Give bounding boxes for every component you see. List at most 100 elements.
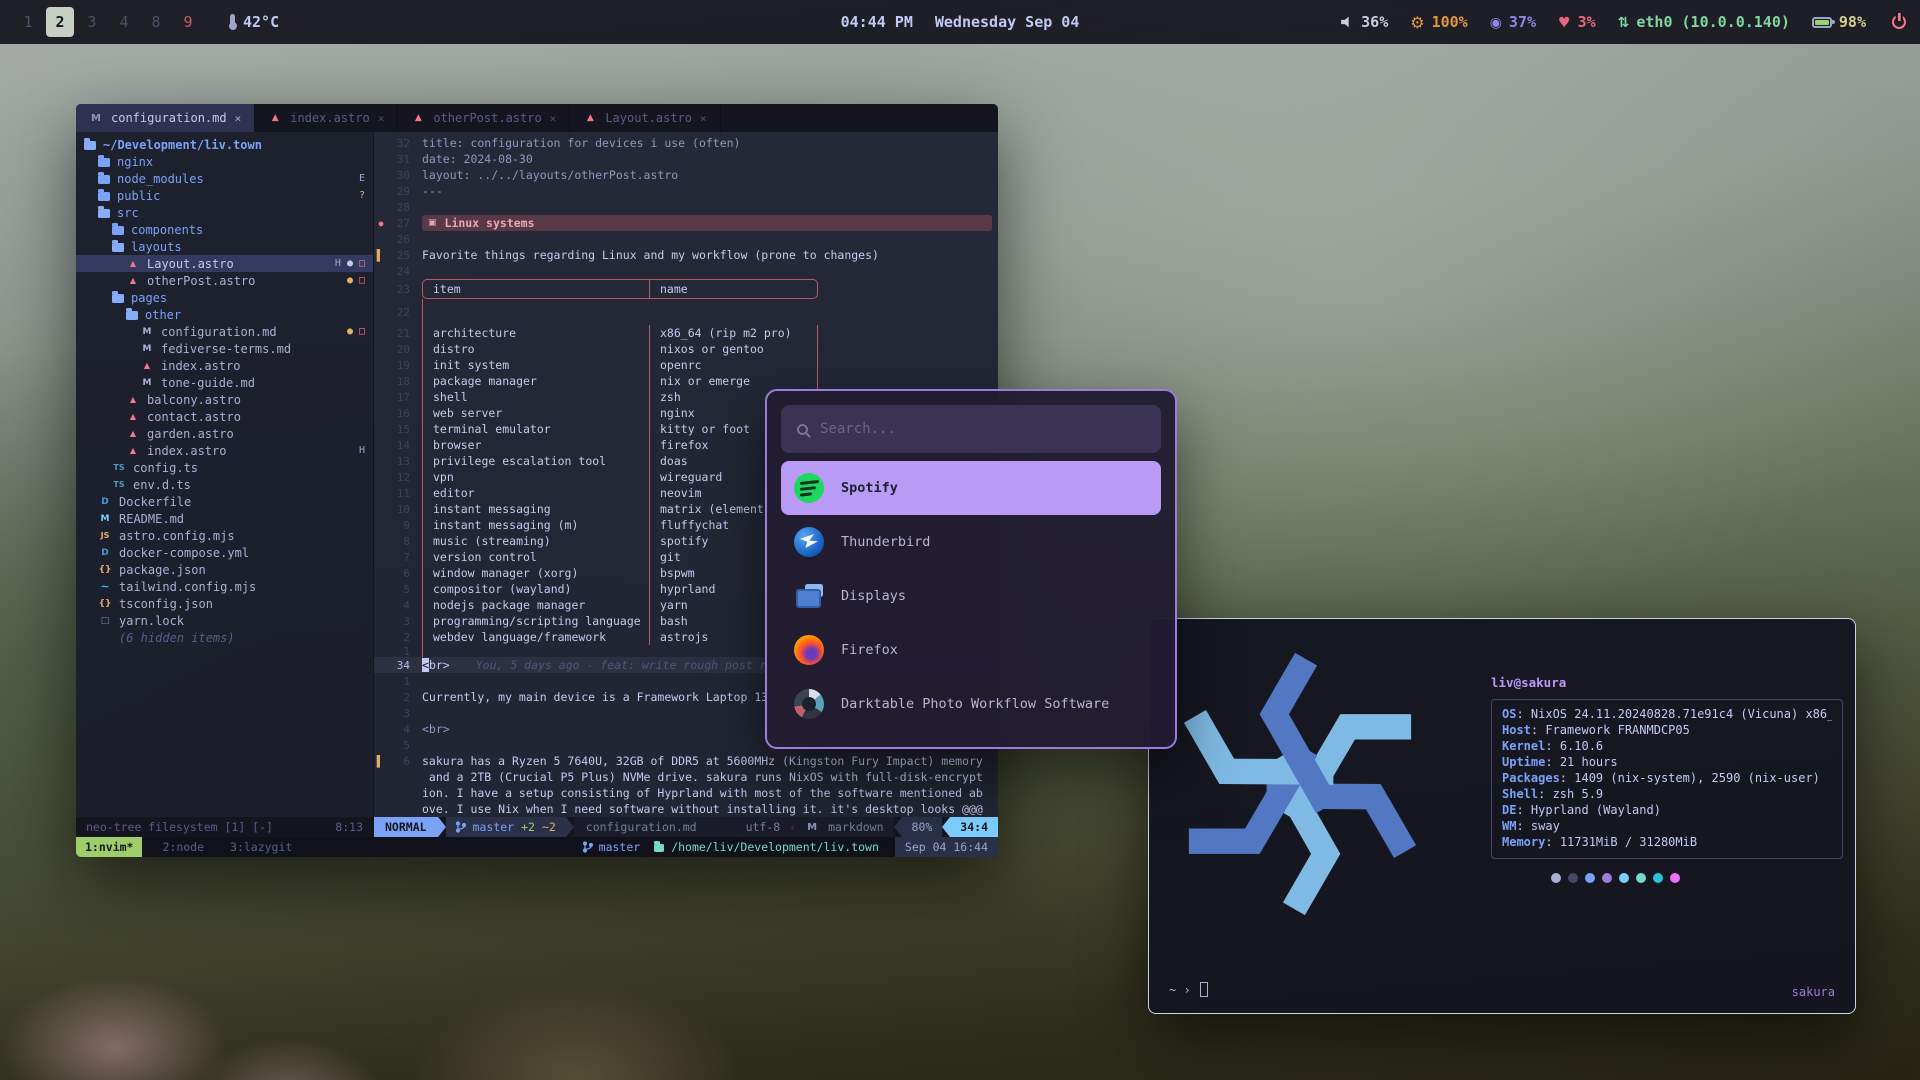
app-label: Firefox	[841, 642, 898, 658]
tree-item-astro.config.mjs[interactable]: JSastro.config.mjs	[76, 527, 373, 544]
table-row: music (streaming)spotify	[422, 533, 818, 549]
tab-configuration-md[interactable]: configuration.md ×	[76, 104, 255, 132]
temperature-module[interactable]: 42°C	[230, 13, 279, 31]
tree-item-garden.astro[interactable]: ▲garden.astro	[76, 425, 373, 442]
tree-item-dockerfile[interactable]: DDockerfile	[76, 493, 373, 510]
editor-line[interactable]: 29---	[374, 183, 998, 199]
editor-line[interactable]: and a 2TB (Crucial P5 Plus) NVMe drive. …	[374, 769, 998, 785]
tree-item-public[interactable]: public?	[76, 187, 373, 204]
editor-line[interactable]: 28	[374, 199, 998, 215]
editor-line[interactable]: 30layout: ../../layouts/otherPost.astro	[374, 167, 998, 183]
shell-prompt[interactable]: ~ ›	[1169, 982, 1208, 997]
tree-item-src[interactable]: src	[76, 204, 373, 221]
tree-item-tailwind.config.mjs[interactable]: ~tailwind.config.mjs	[76, 578, 373, 595]
launcher-item-thunderbird[interactable]: Thunderbird	[781, 515, 1161, 569]
launcher-item-displays[interactable]: Displays	[781, 569, 1161, 623]
line-text	[422, 231, 998, 247]
disk-module[interactable]: 37%	[1490, 13, 1536, 31]
tree-item-index.astro[interactable]: ▲index.astro	[76, 357, 373, 374]
tab-otherpost-astro[interactable]: otherPost.astro ×	[398, 104, 570, 132]
tmux-window-node[interactable]: 2:node	[156, 837, 210, 857]
tree-item-index.astro[interactable]: ▲index.astroH	[76, 442, 373, 459]
workspace-8[interactable]: 8	[142, 7, 170, 37]
tree-item-otherpost.astro[interactable]: ▲otherPost.astro●□	[76, 272, 373, 289]
powerline-separator	[894, 817, 902, 837]
battery-module[interactable]: 98%	[1812, 13, 1866, 31]
workspace-4[interactable]: 4	[110, 7, 138, 37]
workspace-3[interactable]: 3	[78, 7, 106, 37]
workspace-1[interactable]: 1	[14, 7, 42, 37]
search-input[interactable]	[820, 421, 1145, 437]
editor-line[interactable]: 26	[374, 231, 998, 247]
git-status-badges: ●□	[347, 326, 365, 337]
editor-line[interactable]: ion. I have a setup consisting of Hyprla…	[374, 785, 998, 801]
close-icon[interactable]: ×	[550, 112, 557, 125]
tree-item-package.json[interactable]: {}package.json	[76, 561, 373, 578]
workspace-2[interactable]: 2	[46, 7, 74, 37]
tree-item-configuration.md[interactable]: Mconfiguration.md●□	[76, 323, 373, 340]
tree-item-nodemodules[interactable]: node_modulesE	[76, 170, 373, 187]
close-icon[interactable]: ×	[700, 112, 707, 125]
tab-index-astro[interactable]: index.astro ×	[255, 104, 398, 132]
editor-line[interactable]: 21architecturex86_64 (rip m2 pro)	[374, 325, 998, 341]
terminal-window[interactable]: liv@sakura OSNixOS 24.11.20240828.71e91c…	[1148, 618, 1856, 1014]
brightness-module[interactable]: 100%	[1410, 13, 1467, 32]
editor-line[interactable]: ▍6sakura has a Ryzen 5 7640U, 32GB of DD…	[374, 753, 998, 769]
launcher-search[interactable]	[781, 405, 1161, 453]
astro-icon: ▲	[126, 395, 140, 404]
tree-item-tone-guide.md[interactable]: Mtone-guide.md	[76, 374, 373, 391]
tree-item-pages[interactable]: pages	[76, 289, 373, 306]
tree-item-other[interactable]: other	[76, 306, 373, 323]
tree-item-readme.md[interactable]: MREADME.md	[76, 510, 373, 527]
editor-line[interactable]: 18package managernix or emerge	[374, 373, 998, 389]
tmux-window-nvim[interactable]: 1:nvim*	[76, 837, 142, 857]
close-icon[interactable]: ×	[378, 112, 385, 125]
launcher-item-spotify[interactable]: Spotify	[781, 461, 1161, 515]
tree-item-components[interactable]: components	[76, 221, 373, 238]
editor-line[interactable]: 19init systemopenrc	[374, 357, 998, 373]
editor-line[interactable]: 24	[374, 263, 998, 279]
tree-item-docker-compose.yml[interactable]: Ddocker-compose.yml	[76, 544, 373, 561]
tree-item-yarn.lock[interactable]: □yarn.lock	[76, 612, 373, 629]
tree-item-fediverse-terms.md[interactable]: Mfediverse-terms.md	[76, 340, 373, 357]
launcher-item-darktable[interactable]: Darktable Photo Workflow Software	[781, 677, 1161, 731]
line-number: 11	[388, 487, 422, 500]
launcher-item-firefox[interactable]: Firefox	[781, 623, 1161, 677]
close-icon[interactable]: ×	[235, 112, 242, 125]
tree-item-layouts[interactable]: layouts	[76, 238, 373, 255]
tree-item-6hiddenitems[interactable]: (6 hidden items)	[76, 629, 373, 646]
editor-line[interactable]: ●27▣Linux systems	[374, 215, 998, 231]
workspace-9[interactable]: 9	[174, 7, 202, 37]
tab-label: configuration.md	[111, 111, 227, 125]
table-cell-item: music (streaming)	[423, 533, 649, 549]
tmux-branch-label: master	[599, 840, 641, 854]
editor-line[interactable]: ▍25Favorite things regarding Linux and m…	[374, 247, 998, 263]
tree-item-label: package.json	[119, 563, 206, 577]
cpu-module[interactable]: 3%	[1558, 13, 1596, 31]
editor-line[interactable]: 23itemname	[374, 279, 998, 299]
tree-item-contact.astro[interactable]: ▲contact.astro	[76, 408, 373, 425]
tree-item-label: tsconfig.json	[119, 597, 213, 611]
line-number: 24	[388, 265, 422, 278]
tree-item-tsconfig.json[interactable]: {}tsconfig.json	[76, 595, 373, 612]
editor-line[interactable]: 20distronixos or gentoo	[374, 341, 998, 357]
power-button[interactable]	[1892, 15, 1906, 29]
prompt-text: ~ ›	[1169, 983, 1191, 997]
editor-line[interactable]: 31date: 2024-08-30	[374, 151, 998, 167]
tab-layout-astro[interactable]: Layout.astro ×	[570, 104, 720, 132]
tree-root[interactable]: ~/Development/liv.town	[76, 136, 373, 153]
tree-item-env.d.ts[interactable]: TSenv.d.ts	[76, 476, 373, 493]
palette-dot-4	[1619, 873, 1629, 883]
network-module[interactable]: eth0 (10.0.0.140)	[1618, 13, 1790, 31]
editor-line[interactable]: 32title: configuration for devices i use…	[374, 135, 998, 151]
tmux-window-lazygit[interactable]: 3:lazygit	[224, 837, 298, 857]
tree-item-nginx[interactable]: nginx	[76, 153, 373, 170]
tree-item-balcony.astro[interactable]: ▲balcony.astro	[76, 391, 373, 408]
volume-module[interactable]: 36%	[1341, 13, 1388, 31]
tree-item-config.ts[interactable]: TSconfig.ts	[76, 459, 373, 476]
editor-line[interactable]: 22	[374, 299, 998, 325]
tree-item-layout.astro[interactable]: ▲Layout.astroH●□	[76, 255, 373, 272]
line-number: 21	[388, 327, 422, 340]
heart-icon	[1558, 13, 1571, 31]
editor-line[interactable]: ove. I use Nix when I need software with…	[374, 801, 998, 817]
